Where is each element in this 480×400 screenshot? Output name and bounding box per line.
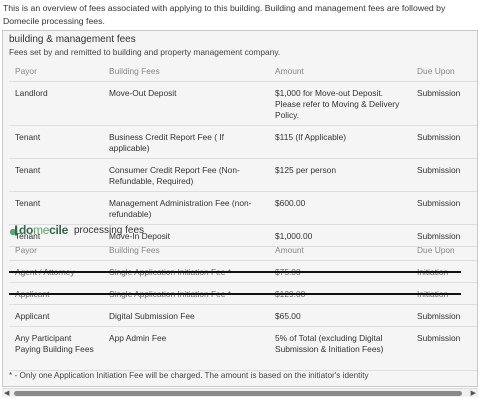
fees-panel: building & management fees Fees set by a… (2, 30, 478, 387)
building-fees-title: building & management fees (9, 34, 136, 45)
col-header-amount: Amount (269, 62, 411, 82)
cell-fee: Consumer Credit Report Fee (Non-Refundab… (103, 158, 269, 192)
horizontal-scrollbar[interactable]: ◀ ▶ (2, 388, 478, 397)
col-header-due-upon: Due Upon (411, 241, 477, 261)
domecile-heading: domecile processing fees (9, 223, 144, 237)
scroll-right-icon[interactable]: ▶ (471, 390, 476, 397)
table-header-row: Payor Building Fees Amount Due Upon (9, 62, 477, 82)
col-header-building-fees: Building Fees (103, 62, 269, 82)
processing-fees-table: Payor Building Fees Amount Due Upon Agen… (9, 241, 477, 371)
cell-fee: Digital Submission Fee (103, 304, 269, 327)
cell-amount: $1,000 for Move-out Deposit. Please refe… (269, 81, 411, 126)
cell-amount: $600.00 (269, 191, 411, 225)
cell-fee: Management Administration Fee (non-refun… (103, 191, 269, 225)
cell-amount: $115 (If Applicable) (269, 125, 411, 159)
cell-due: Submission (411, 81, 477, 126)
processing-fees-title: processing fees (73, 224, 145, 236)
col-header-amount: Amount (269, 241, 411, 261)
cell-payor: Any Participant Paying Building Fees (9, 326, 103, 371)
intro-text: This is an overview of fees associated w… (3, 3, 446, 26)
cell-amount: $65.00 (269, 304, 411, 327)
cell-amount: 5% of Total (excluding Digital Submissio… (269, 326, 411, 371)
domecile-logo: domecile (19, 223, 68, 237)
cell-fee: App Admin Fee (103, 326, 269, 371)
table-header-row: Payor Building Fees Amount Due Upon (9, 241, 477, 261)
cell-payor: Landlord (9, 81, 103, 126)
building-fees-table: Payor Building Fees Amount Due Upon Land… (9, 62, 477, 247)
cell-fee: Business Credit Report Fee ( If applicab… (103, 125, 269, 159)
cell-due: Submission (411, 125, 477, 159)
col-header-building-fees: Building Fees (103, 241, 269, 261)
strikethrough-line (9, 293, 461, 295)
col-header-payor: Payor (9, 62, 103, 82)
cell-payor: Applicant (9, 304, 103, 327)
table-row: Tenant Consumer Credit Report Fee (Non-R… (9, 158, 477, 192)
table-row: Applicant Digital Submission Fee $65.00 … (9, 304, 477, 327)
domecile-logo-icon (9, 225, 18, 236)
table-row: Tenant Management Administration Fee (no… (9, 191, 477, 225)
cell-payor: Tenant (9, 191, 103, 225)
cell-fee: Move-Out Deposit (103, 81, 269, 126)
cell-payor: Tenant (9, 158, 103, 192)
cell-due: Submission (411, 326, 477, 371)
cell-due: Submission (411, 191, 477, 225)
scroll-left-icon[interactable]: ◀ (4, 390, 9, 397)
strikethrough-line (9, 271, 461, 273)
cell-payor: Tenant (9, 125, 103, 159)
table-row: Any Participant Paying Building Fees App… (9, 326, 477, 371)
scrollbar-thumb[interactable] (14, 391, 462, 396)
building-fees-subtitle: Fees set by and remitted to building and… (9, 47, 281, 57)
cell-due: Submission (411, 304, 477, 327)
table-row: Landlord Move-Out Deposit $1,000 for Mov… (9, 81, 477, 126)
col-header-due-upon: Due Upon (411, 62, 477, 82)
cell-due: Submission (411, 158, 477, 192)
table-row: Tenant Business Credit Report Fee ( If a… (9, 125, 477, 159)
footnote: * - Only one Application Initiation Fee … (9, 371, 369, 380)
cell-amount: $125 per person (269, 158, 411, 192)
col-header-payor: Payor (9, 241, 103, 261)
